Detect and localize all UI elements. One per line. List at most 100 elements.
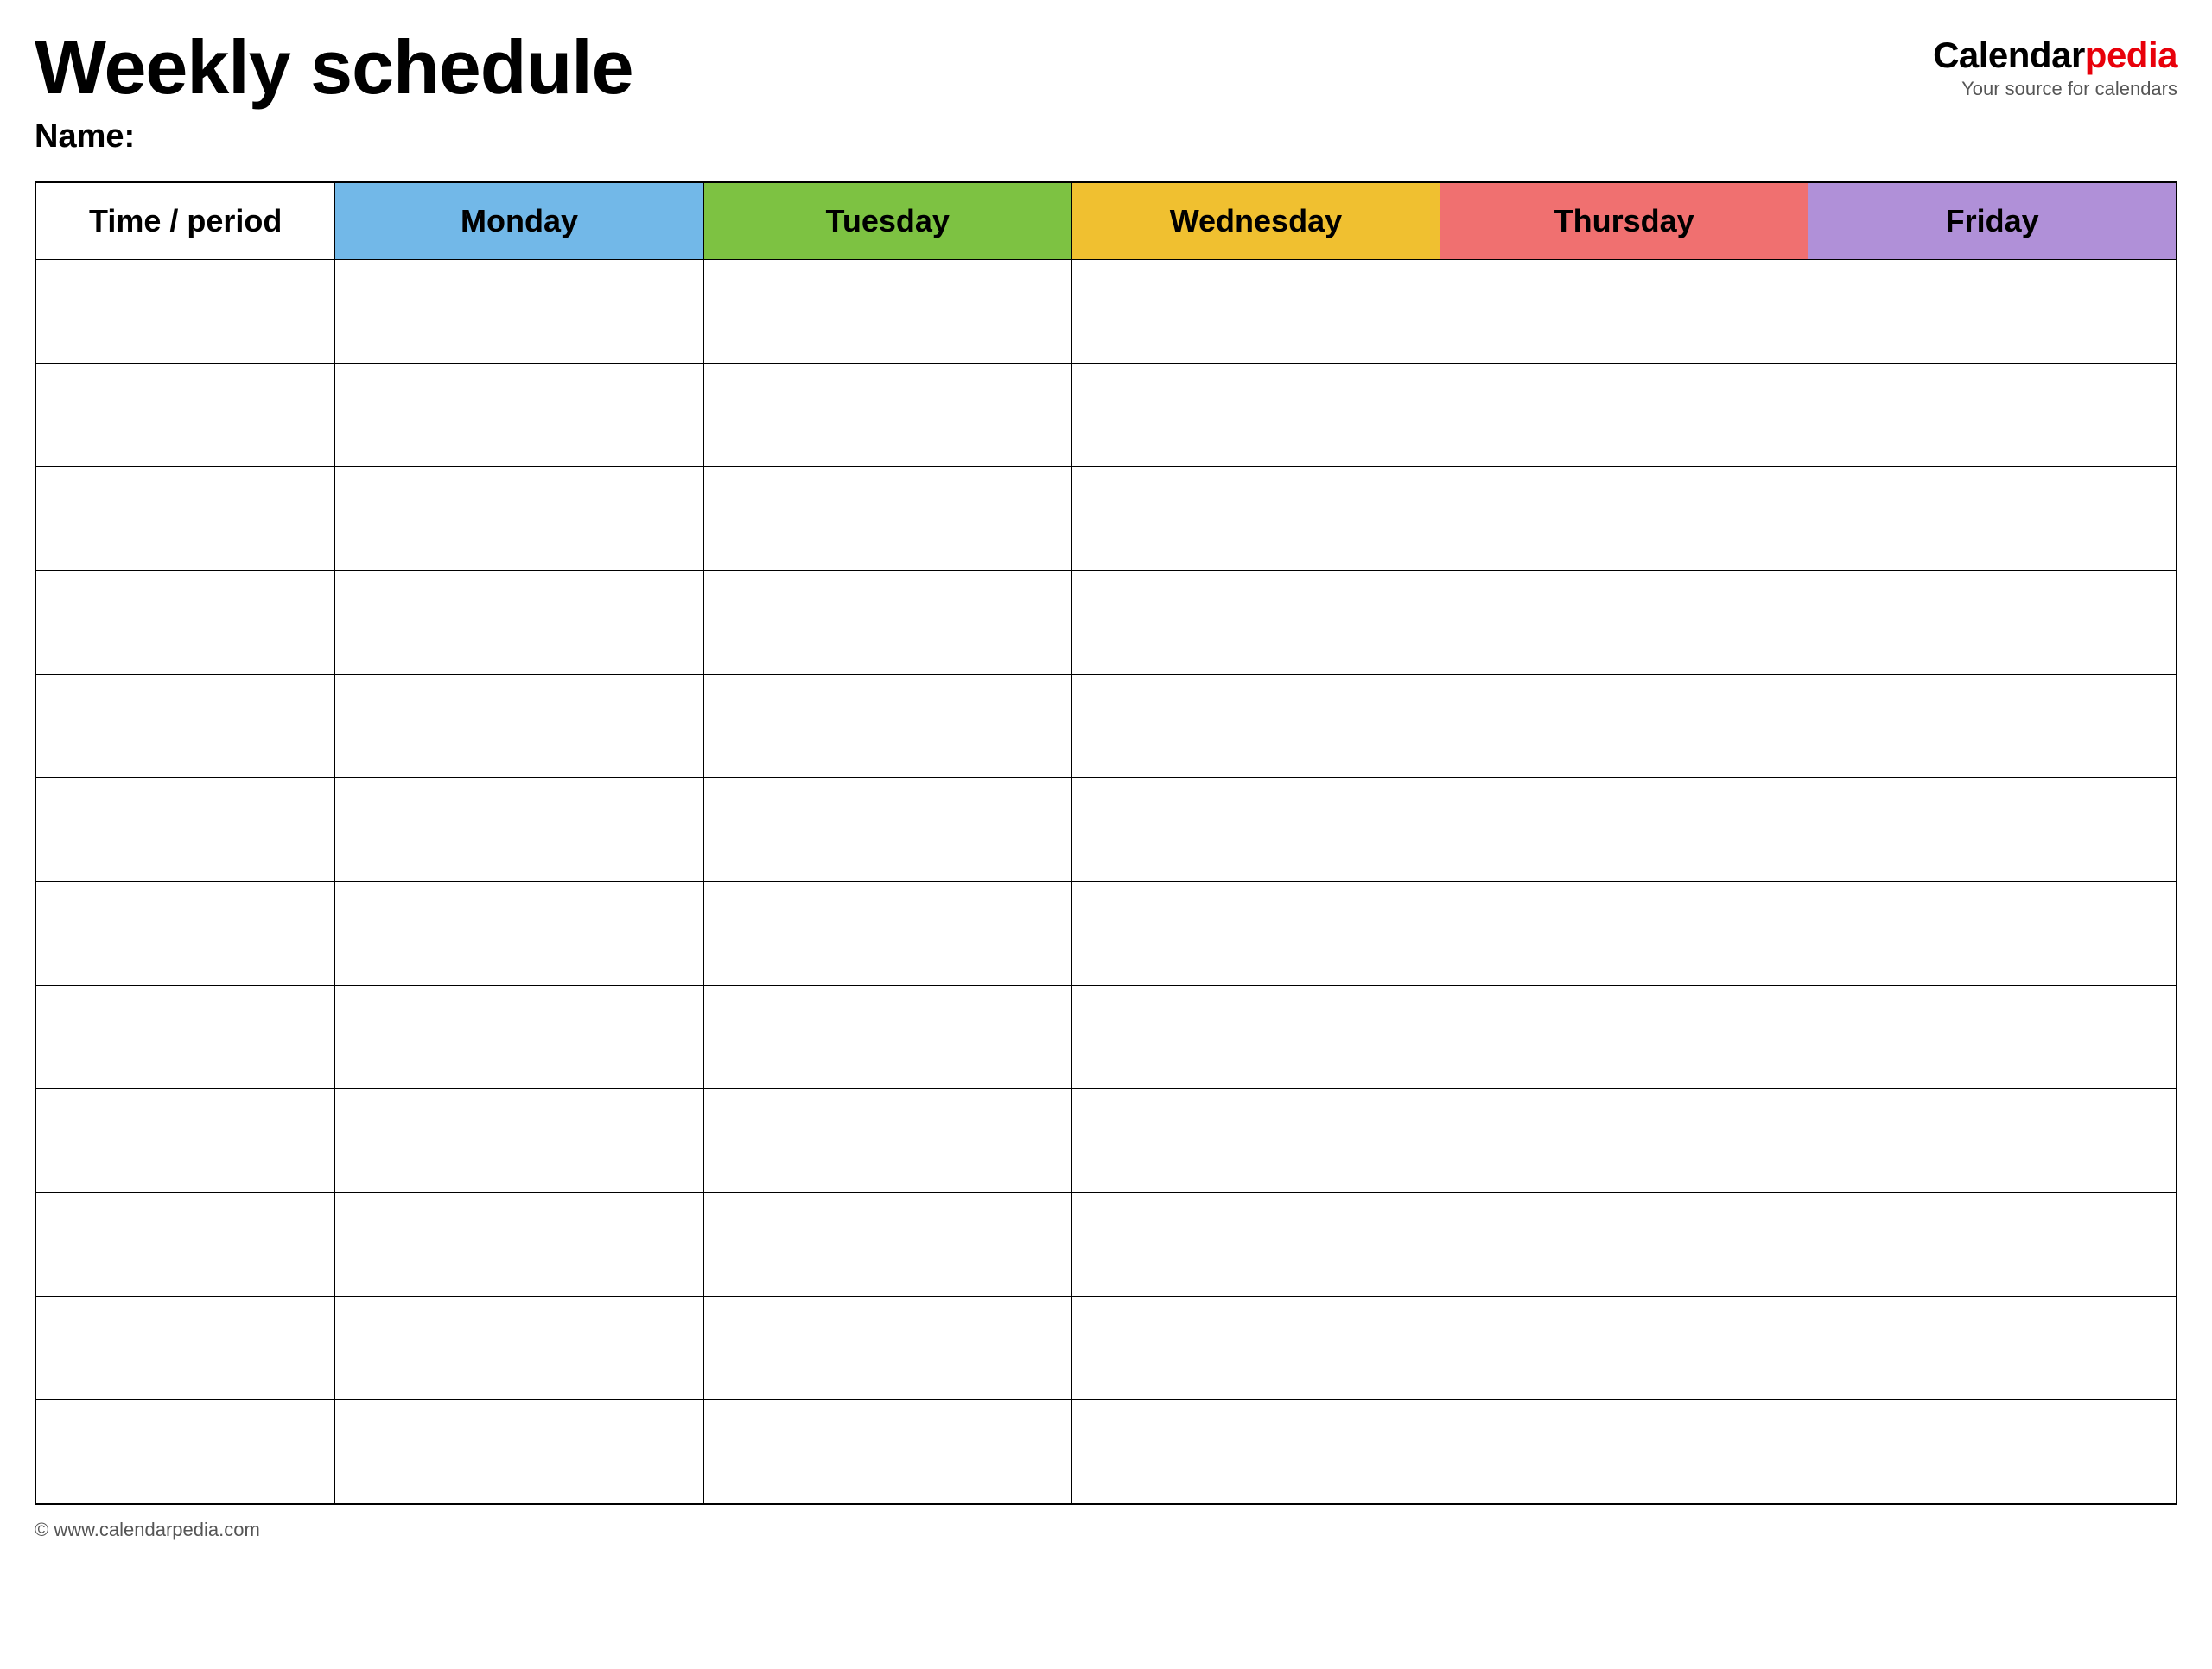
table-cell-row2-col5[interactable] [1808,467,2177,571]
table-cell-row0-col3[interactable] [1071,260,1440,364]
table-cell-row5-col0[interactable] [35,778,335,882]
table-cell-row9-col0[interactable] [35,1193,335,1297]
table-cell-row3-col1[interactable] [335,571,703,675]
table-cell-row7-col4[interactable] [1440,986,1808,1089]
table-row [35,467,2177,571]
table-cell-row0-col1[interactable] [335,260,703,364]
table-cell-row9-col1[interactable] [335,1193,703,1297]
page-header: Weekly schedule Name: Calendarpedia Your… [35,26,2177,155]
table-row [35,778,2177,882]
table-cell-row1-col0[interactable] [35,364,335,467]
table-cell-row5-col2[interactable] [703,778,1071,882]
table-cell-row8-col1[interactable] [335,1089,703,1193]
table-header-row: Time / period Monday Tuesday Wednesday T… [35,182,2177,260]
table-cell-row1-col1[interactable] [335,364,703,467]
table-cell-row2-col1[interactable] [335,467,703,571]
col-header-time: Time / period [35,182,335,260]
table-cell-row5-col3[interactable] [1071,778,1440,882]
col-header-wednesday: Wednesday [1071,182,1440,260]
table-cell-row4-col1[interactable] [335,675,703,778]
table-cell-row10-col3[interactable] [1071,1297,1440,1400]
table-cell-row6-col1[interactable] [335,882,703,986]
table-cell-row8-col0[interactable] [35,1089,335,1193]
table-cell-row9-col5[interactable] [1808,1193,2177,1297]
table-cell-row8-col5[interactable] [1808,1089,2177,1193]
table-cell-row4-col5[interactable] [1808,675,2177,778]
table-cell-row11-col5[interactable] [1808,1400,2177,1504]
table-cell-row1-col3[interactable] [1071,364,1440,467]
table-row [35,260,2177,364]
table-cell-row11-col3[interactable] [1071,1400,1440,1504]
table-row [35,1193,2177,1297]
table-cell-row11-col0[interactable] [35,1400,335,1504]
table-cell-row6-col2[interactable] [703,882,1071,986]
table-row [35,675,2177,778]
table-cell-row11-col1[interactable] [335,1400,703,1504]
table-cell-row0-col2[interactable] [703,260,1071,364]
table-cell-row1-col4[interactable] [1440,364,1808,467]
table-cell-row8-col3[interactable] [1071,1089,1440,1193]
table-cell-row2-col3[interactable] [1071,467,1440,571]
table-cell-row9-col2[interactable] [703,1193,1071,1297]
table-cell-row10-col0[interactable] [35,1297,335,1400]
table-cell-row7-col2[interactable] [703,986,1071,1089]
table-cell-row4-col2[interactable] [703,675,1071,778]
table-cell-row3-col3[interactable] [1071,571,1440,675]
table-cell-row8-col4[interactable] [1440,1089,1808,1193]
col-header-thursday: Thursday [1440,182,1808,260]
table-cell-row11-col2[interactable] [703,1400,1071,1504]
schedule-table: Time / period Monday Tuesday Wednesday T… [35,181,2177,1505]
table-cell-row7-col5[interactable] [1808,986,2177,1089]
table-cell-row10-col1[interactable] [335,1297,703,1400]
table-cell-row0-col5[interactable] [1808,260,2177,364]
table-cell-row6-col5[interactable] [1808,882,2177,986]
table-cell-row6-col4[interactable] [1440,882,1808,986]
table-cell-row7-col0[interactable] [35,986,335,1089]
table-row [35,1400,2177,1504]
table-cell-row10-col5[interactable] [1808,1297,2177,1400]
table-cell-row6-col3[interactable] [1071,882,1440,986]
table-cell-row0-col4[interactable] [1440,260,1808,364]
table-cell-row10-col2[interactable] [703,1297,1071,1400]
table-cell-row5-col1[interactable] [335,778,703,882]
table-cell-row0-col0[interactable] [35,260,335,364]
table-cell-row7-col1[interactable] [335,986,703,1089]
table-cell-row4-col3[interactable] [1071,675,1440,778]
page-title: Weekly schedule [35,26,633,110]
table-row [35,882,2177,986]
table-cell-row1-col2[interactable] [703,364,1071,467]
table-cell-row5-col4[interactable] [1440,778,1808,882]
table-cell-row3-col4[interactable] [1440,571,1808,675]
col-header-friday: Friday [1808,182,2177,260]
logo-text: Calendarpedia [1933,35,2177,76]
table-row [35,571,2177,675]
table-cell-row8-col2[interactable] [703,1089,1071,1193]
table-cell-row4-col4[interactable] [1440,675,1808,778]
footer: © www.calendarpedia.com [35,1519,2177,1541]
table-cell-row4-col0[interactable] [35,675,335,778]
table-cell-row6-col0[interactable] [35,882,335,986]
col-header-monday: Monday [335,182,703,260]
table-cell-row9-col3[interactable] [1071,1193,1440,1297]
table-cell-row1-col5[interactable] [1808,364,2177,467]
table-cell-row7-col3[interactable] [1071,986,1440,1089]
logo-tagline: Your source for calendars [1961,78,2177,100]
col-header-tuesday: Tuesday [703,182,1071,260]
table-cell-row11-col4[interactable] [1440,1400,1808,1504]
footer-text: © www.calendarpedia.com [35,1519,260,1540]
table-row [35,1297,2177,1400]
table-cell-row9-col4[interactable] [1440,1193,1808,1297]
table-cell-row3-col5[interactable] [1808,571,2177,675]
table-cell-row10-col4[interactable] [1440,1297,1808,1400]
title-area: Weekly schedule Name: [35,26,633,155]
table-cell-row2-col0[interactable] [35,467,335,571]
table-cell-row5-col5[interactable] [1808,778,2177,882]
table-row [35,1089,2177,1193]
table-cell-row3-col2[interactable] [703,571,1071,675]
logo-area: Calendarpedia Your source for calendars [1933,35,2177,100]
table-cell-row3-col0[interactable] [35,571,335,675]
table-cell-row2-col4[interactable] [1440,467,1808,571]
table-row [35,986,2177,1089]
table-cell-row2-col2[interactable] [703,467,1071,571]
table-row [35,364,2177,467]
